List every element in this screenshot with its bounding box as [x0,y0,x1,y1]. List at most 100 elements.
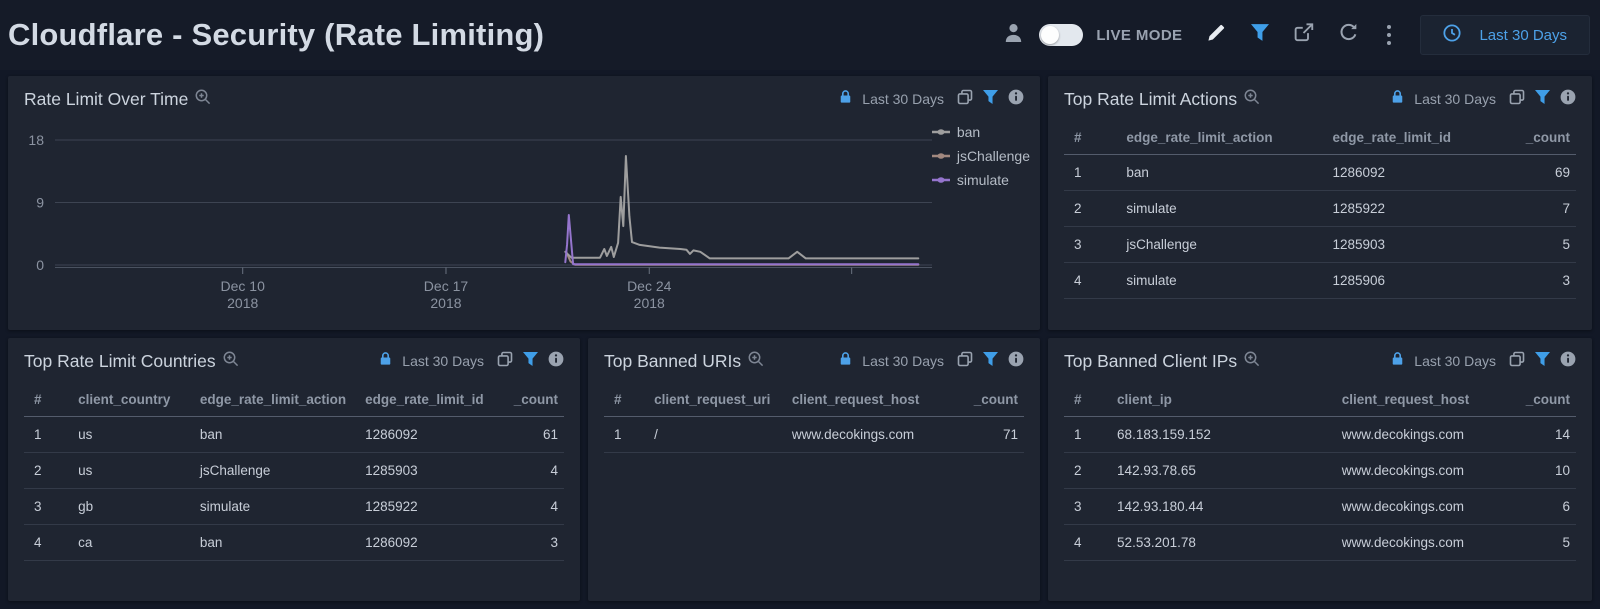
table-cell: jsChallenge [1120,227,1326,263]
time-range-button[interactable]: Last 30 Days [1420,15,1590,55]
filter-icon[interactable] [983,352,998,371]
live-mode-toggle[interactable] [1039,24,1083,46]
column-header-client-ip[interactable]: client_ip [1111,382,1336,417]
table-cell: 14 [1500,417,1576,453]
column-header-client-country[interactable]: client_country [72,382,194,417]
info-icon[interactable] [548,351,564,372]
table-cell: 68.183.159.152 [1111,417,1336,453]
rate-limit-chart-area: 0918Dec 102018Dec 172018Dec 242018 banjs… [8,118,1040,330]
table-cell: 1 [1064,417,1111,453]
table-cell: us [72,453,194,489]
actions-table: #edge_rate_limit_actionedge_rate_limit_i… [1064,120,1576,299]
column-header-client-request-host[interactable]: client_request_host [786,382,954,417]
table-row: 4simulate12859063 [1064,263,1576,299]
page-title: Cloudflare - Security (Rate Limiting) [8,17,544,53]
column-header-[interactable]: # [24,382,72,417]
column-header-edge-rate-limit-action[interactable]: edge_rate_limit_action [1120,120,1326,155]
info-icon[interactable] [1008,89,1024,110]
filter-icon[interactable] [1535,90,1550,109]
column-header-[interactable]: # [1064,120,1120,155]
table-cell: ban [1120,155,1326,191]
column-header-edge-rate-limit-id[interactable]: edge_rate_limit_id [1326,120,1500,155]
table-cell: 3 [495,525,564,561]
table-row: 168.183.159.152www.decokings.com14 [1064,417,1576,453]
copy-icon[interactable] [1509,351,1525,372]
table-cell: www.decokings.com [786,417,954,453]
column-header-[interactable]: # [604,382,648,417]
zoom-in-icon[interactable] [223,351,239,372]
table-row: 2142.93.78.65www.decokings.com10 [1064,453,1576,489]
column-header-count[interactable]: _count [954,382,1024,417]
zoom-in-icon[interactable] [195,89,211,110]
rate-limit-chart: 0918Dec 102018Dec 172018Dec 242018 [8,118,1040,330]
table-row: 3gbsimulate12859224 [24,489,564,525]
table-cell: 1285922 [1326,191,1500,227]
copy-icon[interactable] [957,89,973,110]
edit-icon[interactable] [1207,23,1226,47]
info-icon[interactable] [1560,89,1576,110]
table-cell: 1 [24,417,72,453]
zoom-in-icon[interactable] [748,351,764,372]
user-icon[interactable] [1005,24,1022,47]
copy-icon[interactable] [957,351,973,372]
panel-time-range: Last 30 Days [1414,91,1496,107]
x-tick-sublabel: 2018 [430,295,461,311]
copy-icon[interactable] [1509,89,1525,110]
filter-icon[interactable] [523,352,538,371]
table-cell: 6 [1500,489,1576,525]
more-menu-icon[interactable] [1383,23,1395,47]
column-header-count[interactable]: _count [1500,382,1576,417]
column-header-client-request-host[interactable]: client_request_host [1336,382,1500,417]
legend-label: jsChallenge [957,148,1030,164]
x-tick-label: Dec 24 [627,278,672,294]
table-cell: 142.93.180.44 [1111,489,1336,525]
refresh-icon[interactable] [1339,23,1358,47]
filter-icon[interactable] [1251,24,1269,46]
table-cell: 52.53.201.78 [1111,525,1336,561]
legend-item-jsChallenge[interactable]: jsChallenge [932,147,1030,165]
uris-table: #client_request_uriclient_request_host_c… [604,382,1024,453]
countries-table: #client_countryedge_rate_limit_actionedg… [24,382,564,561]
panel-top-banned-client-ips: Top Banned Client IPs Last 30 Days #clie… [1048,338,1592,601]
x-tick-label: Dec 17 [424,278,469,294]
table-cell: 3 [1064,227,1120,263]
table-row: 2usjsChallenge12859034 [24,453,564,489]
panel-top-rate-limit-actions: Top Rate Limit Actions Last 30 Days #edg… [1048,76,1592,330]
column-header-edge-rate-limit-id[interactable]: edge_rate_limit_id [359,382,495,417]
column-header-edge-rate-limit-action[interactable]: edge_rate_limit_action [194,382,359,417]
filter-icon[interactable] [983,90,998,109]
lock-icon [1391,89,1404,109]
share-icon[interactable] [1294,23,1314,47]
dashboard-header: Cloudflare - Security (Rate Limiting) LI… [0,0,1600,70]
zoom-in-icon[interactable] [1244,89,1260,110]
legend-label: simulate [957,172,1009,188]
time-range-label: Last 30 Days [1479,27,1567,44]
table-cell: 2 [1064,191,1120,227]
legend-item-simulate[interactable]: simulate [932,171,1030,189]
legend-item-ban[interactable]: ban [932,123,1030,141]
column-header-[interactable]: # [1064,382,1111,417]
y-tick-label: 0 [36,257,44,273]
table-row: 4caban12860923 [24,525,564,561]
table-cell: 1285903 [1326,227,1500,263]
filter-icon[interactable] [1535,352,1550,371]
table-cell: 1286092 [1326,155,1500,191]
panel-time-range: Last 30 Days [402,353,484,369]
lock-icon [379,351,392,371]
panel-time-range: Last 30 Days [1414,353,1496,369]
info-icon[interactable] [1560,351,1576,372]
zoom-in-icon[interactable] [1244,351,1260,372]
table-cell: 4 [24,525,72,561]
column-header-client-request-uri[interactable]: client_request_uri [648,382,786,417]
legend-label: ban [957,124,980,140]
copy-icon[interactable] [497,351,513,372]
panel-time-range: Last 30 Days [862,353,944,369]
column-header-count[interactable]: _count [1500,120,1576,155]
table-cell: www.decokings.com [1336,417,1500,453]
table-cell: 3 [24,489,72,525]
legend-marker [932,128,950,136]
info-icon[interactable] [1008,351,1024,372]
table-cell: simulate [1120,191,1326,227]
column-header-count[interactable]: _count [495,382,564,417]
panel-title: Top Rate Limit Countries [24,351,216,372]
